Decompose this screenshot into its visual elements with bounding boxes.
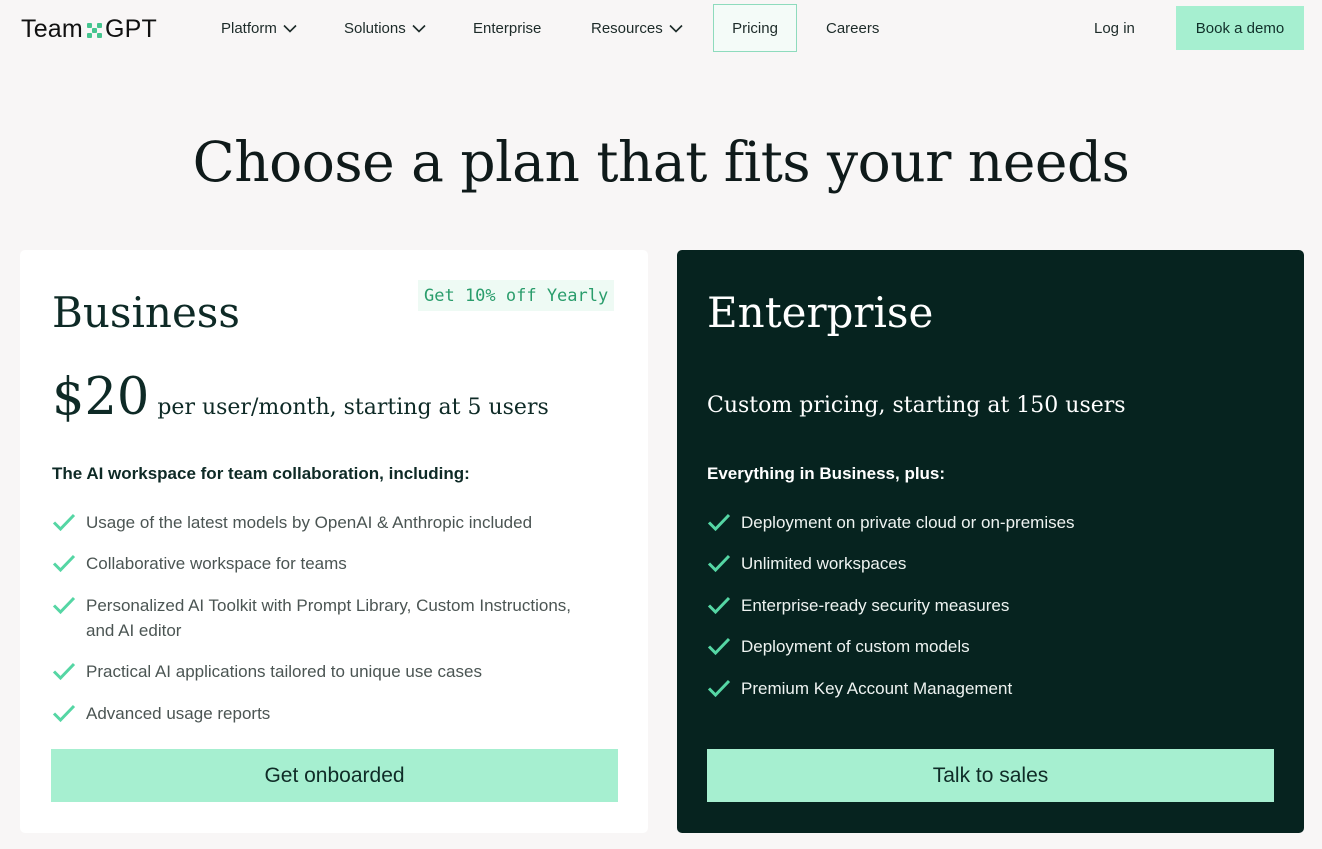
talk-to-sales-label: Talk to sales bbox=[932, 763, 1049, 787]
checkmark-icon bbox=[707, 679, 731, 698]
enterprise-plan-card: Enterprise Custom pricing, starting at 1… bbox=[677, 250, 1304, 833]
chevron-down-icon bbox=[283, 24, 297, 33]
business-plan-card: Get 10% off Yearly Business $20 per user… bbox=[20, 250, 648, 833]
book-demo-label: Book a demo bbox=[1195, 19, 1285, 37]
business-price: $20 per user/month, starting at 5 users bbox=[52, 368, 549, 427]
enterprise-plan-title: Enterprise bbox=[707, 288, 934, 337]
get-onboarded-button[interactable]: Get onboarded bbox=[51, 749, 618, 802]
feature-item: Practical AI applications tailored to un… bbox=[52, 659, 612, 684]
feature-item: Deployment on private cloud or on-premis… bbox=[707, 510, 1267, 535]
feature-item: Premium Key Account Management bbox=[707, 676, 1267, 701]
yearly-discount-badge: Get 10% off Yearly bbox=[418, 280, 615, 311]
feature-item: Personalized AI Toolkit with Prompt Libr… bbox=[52, 593, 586, 643]
nav-item-resources[interactable]: Resources bbox=[591, 8, 683, 48]
feature-text: Practical AI applications tailored to un… bbox=[86, 662, 482, 681]
feature-text: Advanced usage reports bbox=[86, 704, 271, 723]
checkmark-icon bbox=[707, 554, 731, 573]
chevron-down-icon bbox=[669, 24, 683, 33]
nav-label-pricing: Pricing bbox=[732, 19, 778, 37]
checkmark-icon bbox=[707, 637, 731, 656]
business-feature-list: Usage of the latest models by OpenAI & A… bbox=[52, 510, 612, 726]
feature-text: Unlimited workspaces bbox=[741, 554, 907, 573]
checkmark-icon bbox=[52, 554, 76, 573]
checkmark-icon bbox=[707, 596, 731, 615]
business-features-intro: The AI workspace for team collaboration,… bbox=[52, 464, 470, 483]
top-navigation: Team GPT Platform Solutions Enterprise R… bbox=[0, 0, 1322, 56]
nav-item-careers[interactable]: Careers bbox=[826, 8, 879, 48]
feature-text: Personalized AI Toolkit with Prompt Libr… bbox=[86, 596, 572, 640]
logo-text-gpt: GPT bbox=[104, 14, 157, 43]
nav-label-platform: Platform bbox=[221, 19, 277, 37]
page-title: Choose a plan that fits your needs bbox=[192, 130, 1130, 194]
book-demo-button[interactable]: Book a demo bbox=[1176, 6, 1304, 50]
checkmark-icon bbox=[52, 662, 76, 681]
feature-text: Deployment of custom models bbox=[741, 637, 970, 656]
feature-item: Collaborative workspace for teams bbox=[52, 551, 612, 576]
feature-item: Advanced usage reports bbox=[52, 701, 612, 726]
teamgpt-logo[interactable]: Team GPT bbox=[21, 14, 157, 44]
business-price-suffix: per user/month, starting at 5 users bbox=[157, 395, 549, 420]
nav-item-pricing[interactable]: Pricing bbox=[713, 4, 797, 52]
feature-item: Unlimited workspaces bbox=[707, 551, 1267, 576]
feature-item: Usage of the latest models by OpenAI & A… bbox=[52, 510, 612, 535]
feature-item: Deployment of custom models bbox=[707, 634, 1267, 659]
enterprise-feature-list: Deployment on private cloud or on-premis… bbox=[707, 510, 1267, 701]
feature-text: Collaborative workspace for teams bbox=[86, 554, 347, 573]
feature-text: Enterprise-ready security measures bbox=[741, 596, 1010, 615]
checkmark-icon bbox=[52, 704, 76, 723]
checkmark-icon bbox=[707, 513, 731, 532]
business-price-amount: $20 bbox=[52, 368, 150, 427]
feature-text: Premium Key Account Management bbox=[741, 679, 1013, 698]
login-label: Log in bbox=[1094, 19, 1135, 37]
nav-label-careers: Careers bbox=[826, 19, 880, 37]
enterprise-features-intro: Everything in Business, plus: bbox=[707, 464, 946, 483]
get-onboarded-label: Get onboarded bbox=[264, 763, 405, 787]
checkmark-icon bbox=[52, 513, 76, 532]
nav-label-solutions: Solutions bbox=[344, 19, 406, 37]
feature-text: Deployment on private cloud or on-premis… bbox=[741, 513, 1075, 532]
feature-item: Enterprise-ready security measures bbox=[707, 593, 1267, 618]
feature-text: Usage of the latest models by OpenAI & A… bbox=[86, 513, 533, 532]
business-plan-title: Business bbox=[52, 288, 240, 337]
nav-label-resources: Resources bbox=[591, 19, 663, 37]
talk-to-sales-button[interactable]: Talk to sales bbox=[707, 749, 1274, 802]
logo-mark-icon bbox=[86, 22, 102, 38]
logo-text-team: Team bbox=[21, 14, 83, 43]
checkmark-icon bbox=[52, 596, 76, 615]
nav-item-enterprise[interactable]: Enterprise bbox=[473, 8, 541, 48]
nav-item-platform[interactable]: Platform bbox=[221, 8, 297, 48]
nav-item-solutions[interactable]: Solutions bbox=[344, 8, 426, 48]
enterprise-price: Custom pricing, starting at 150 users bbox=[707, 393, 1126, 418]
chevron-down-icon bbox=[412, 24, 426, 33]
login-link[interactable]: Log in bbox=[1094, 8, 1135, 48]
nav-label-enterprise: Enterprise bbox=[473, 19, 542, 37]
